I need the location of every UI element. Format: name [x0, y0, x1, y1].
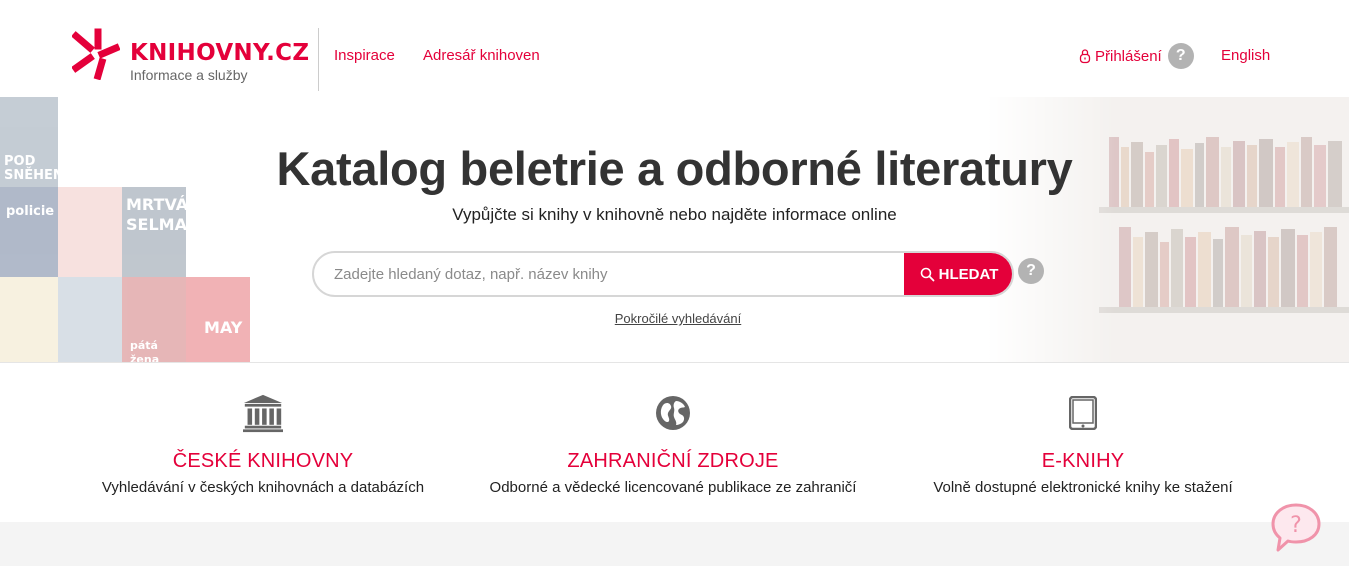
svg-text:?: ? — [1290, 513, 1302, 538]
page-subtitle: Vypůjčte si knihy v knihovně nebo najdět… — [452, 205, 897, 224]
tablet-icon — [1063, 392, 1103, 434]
service-e-knihy[interactable]: E-KNIHY Volně dostupné elektronické knih… — [878, 364, 1288, 522]
footer-band — [0, 522, 1349, 566]
header-divider — [318, 28, 319, 91]
login-link[interactable]: Přihlášení ? — [1079, 43, 1194, 69]
hero-section: POD SNĚHEM policie MRTVÁ SELMA pátá žena… — [0, 97, 1349, 363]
nav-adresar-knihoven[interactable]: Adresář knihoven — [423, 47, 540, 64]
search-bar: HLEDAT — [312, 251, 1014, 297]
search-help-icon[interactable]: ? — [1018, 258, 1044, 284]
chat-help-icon[interactable]: ? — [1268, 501, 1324, 555]
service-title: ZAHRANIČNÍ ZDROJE — [567, 450, 779, 472]
logo-mark-icon — [72, 28, 120, 80]
search-button-label: HLEDAT — [938, 265, 999, 283]
service-description: Odborné a vědecké licencované publikace … — [489, 479, 857, 496]
login-label: Přihlášení — [1095, 47, 1162, 65]
service-description: Volně dostupné elektronické knihy ke sta… — [933, 479, 1233, 496]
globe-icon — [653, 392, 693, 434]
service-title: E-KNIHY — [1041, 450, 1125, 472]
service-title: ČESKÉ KNIHOVNY — [172, 450, 354, 472]
advanced-search-link[interactable]: Pokročilé vyhledávání — [0, 311, 1349, 326]
search-input[interactable] — [314, 253, 902, 295]
book-cover: policie — [0, 187, 58, 277]
site-header: KNIHOVNY.CZ Informace a služby Inspirace… — [0, 0, 1349, 97]
nav-inspirace[interactable]: Inspirace — [334, 47, 395, 64]
service-ceske-knihovny[interactable]: ČESKÉ KNIHOVNY Vyhledávání v českých kni… — [58, 364, 468, 522]
service-description: Vyhledávání v českých knihovnách a datab… — [101, 479, 425, 496]
page-title: Katalog beletrie a odborné literatury — [276, 142, 1073, 195]
site-logo[interactable]: KNIHOVNY.CZ Informace a služby — [72, 28, 309, 84]
book-cover: MRTVÁ SELMA — [122, 187, 188, 277]
services-section: ČESKÉ KNIHOVNY Vyhledávání v českých kni… — [0, 364, 1349, 522]
search-button[interactable]: HLEDAT — [904, 253, 1012, 295]
lock-icon — [1079, 49, 1091, 64]
logo-name: KNIHOVNY.CZ — [130, 40, 310, 66]
library-building-icon — [243, 392, 283, 434]
service-zahranicni-zdroje[interactable]: ZAHRANIČNÍ ZDROJE Odborné a vědecké lice… — [468, 364, 878, 522]
login-help-icon[interactable]: ? — [1167, 43, 1194, 69]
language-switch-english[interactable]: English — [1221, 47, 1270, 64]
search-icon — [920, 267, 935, 281]
logo-subtitle: Informace a služby — [130, 67, 248, 83]
book-cover — [58, 187, 122, 277]
